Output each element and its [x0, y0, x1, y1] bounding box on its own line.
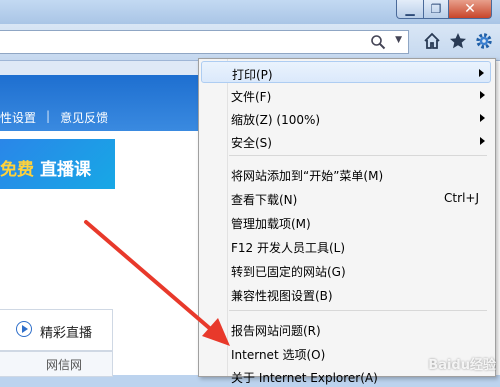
watermark: Baidu经验: [428, 358, 496, 373]
menu-item-label: 报告网站问题(R): [231, 324, 321, 338]
close-icon: ✕: [464, 1, 476, 17]
chevron-down-icon[interactable]: ▼: [395, 35, 402, 45]
close-button[interactable]: ✕: [449, 0, 492, 19]
header-links: 性设置 | 意见反馈: [0, 109, 108, 126]
live-button-label: 精彩直播: [40, 326, 93, 341]
menu-item-safety[interactable]: 安全(S): [201, 130, 491, 152]
bottom-tab-label: 网信网: [46, 358, 83, 372]
address-bar[interactable]: ▼: [0, 30, 409, 54]
menu-item-pinned-sites[interactable]: 转到已固定的网站(G): [201, 259, 491, 281]
live-button[interactable]: 精彩直播: [0, 309, 113, 351]
link-feedback[interactable]: 意见反馈: [60, 109, 108, 126]
menu-item-file[interactable]: 文件(F): [201, 84, 491, 106]
link-settings[interactable]: 性设置: [0, 109, 36, 126]
banner-live-text: 直播课: [40, 160, 91, 180]
chevron-right-icon: [480, 137, 485, 145]
chevron-right-icon: [479, 69, 484, 77]
menu-item-label: 兼容性视图设置(B): [231, 289, 333, 303]
menu-item-label: F12 开发人员工具(L): [231, 241, 346, 255]
menu-item-manage-addons[interactable]: 管理加载项(M): [201, 211, 491, 233]
chevron-right-icon: [480, 114, 485, 122]
menu-item-add-to-start[interactable]: 将网站添加到“开始”菜单(M): [201, 163, 491, 185]
menu-item-label: 管理加载项(M): [231, 217, 311, 231]
menu-separator: [229, 155, 487, 156]
promo-banner[interactable]: 免费 直播课: [0, 139, 115, 189]
toolbar-icons: [422, 31, 494, 51]
menu-item-label: Internet 选项(O): [231, 348, 326, 362]
menu-item-label: 安全(S): [231, 136, 272, 150]
maximize-button[interactable]: ❐: [424, 0, 449, 19]
top-strip: [0, 61, 210, 75]
menu-item-report-problem[interactable]: 报告网站问题(R): [201, 318, 491, 340]
menu-item-label: 缩放(Z) (100%): [231, 113, 321, 127]
menu-item-label: 查看下载(N): [231, 193, 298, 207]
maximize-icon: ❐: [430, 2, 442, 16]
bottom-tab[interactable]: 网信网: [0, 351, 113, 377]
minimize-icon: ▁: [405, 2, 415, 16]
menu-item-shortcut: Ctrl+J: [444, 191, 479, 205]
banner-free-text: 免费: [0, 160, 34, 180]
chevron-right-icon: [480, 91, 485, 99]
navigation-bar: ▼: [0, 24, 500, 61]
menu-item-compat-view[interactable]: 兼容性视图设置(B): [201, 283, 491, 305]
gear-icon[interactable]: [474, 31, 494, 51]
menu-separator: [229, 310, 487, 311]
window-controls: ▁ ❐ ✕: [396, 0, 492, 19]
menu-item-zoom[interactable]: 缩放(Z) (100%): [201, 107, 491, 129]
page-header: 性设置 | 意见反馈: [0, 75, 210, 131]
play-icon: [16, 321, 32, 337]
menu-item-label: 转到已固定的网站(G): [231, 265, 346, 279]
menu-item-view-downloads[interactable]: 查看下载(N) Ctrl+J: [201, 187, 491, 209]
tools-menu: 打印(P) 文件(F) 缩放(Z) (100%) 安全(S) 将网站添加到“开始…: [198, 58, 496, 385]
minimize-button[interactable]: ▁: [396, 0, 424, 19]
home-icon[interactable]: [422, 31, 442, 51]
search-icon[interactable]: [370, 34, 386, 50]
menu-item-print[interactable]: 打印(P): [201, 61, 491, 83]
menu-item-dev-tools[interactable]: F12 开发人员工具(L): [201, 235, 491, 257]
menu-item-label: 文件(F): [231, 90, 272, 104]
divider: |: [46, 109, 51, 123]
menu-item-label: 打印(P): [232, 68, 273, 82]
menu-item-label: 关于 Internet Explorer(A): [231, 371, 378, 385]
title-bar: ▁ ❐ ✕: [0, 0, 500, 24]
favorites-star-icon[interactable]: [448, 31, 468, 51]
menu-item-label: 将网站添加到“开始”菜单(M): [231, 169, 384, 183]
